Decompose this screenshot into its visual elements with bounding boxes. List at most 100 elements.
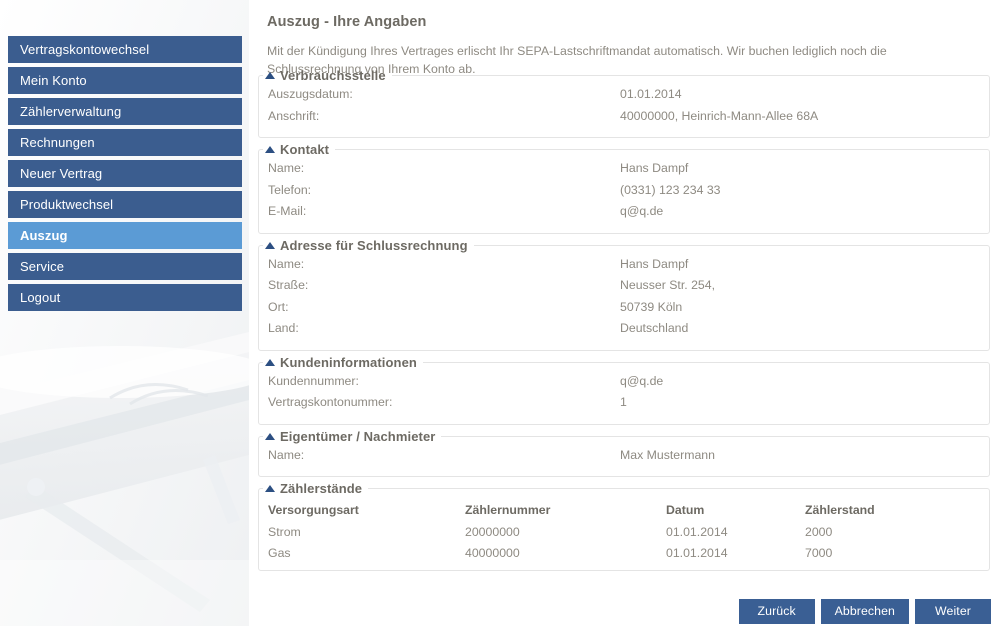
section-legend-kundeninformationen: Kundeninformationen xyxy=(263,355,423,370)
section-zaehlerstaende: Zählerstände Versorgungsart Zählernummer… xyxy=(258,481,990,571)
detail-label: Anschrift: xyxy=(268,108,320,123)
cell-datum: 01.01.2014 xyxy=(666,524,728,539)
sidebar-item-label: Mein Konto xyxy=(20,73,87,88)
section-legend-label: Eigentümer / Nachmieter xyxy=(280,428,436,444)
sidebar-item-vertragskontowechsel[interactable]: Vertragskontowechsel xyxy=(8,36,242,63)
column-header-zaehlernummer: Zählernummer xyxy=(465,502,551,517)
detail-value: Deutschland xyxy=(620,321,689,335)
detail-label: Land: xyxy=(268,321,299,335)
section-legend-verbrauchsstelle: Verbrauchsstelle xyxy=(263,68,392,83)
detail-value: 50739 Köln xyxy=(620,299,683,314)
sidebar-item-service[interactable]: Service xyxy=(8,253,242,280)
section-legend-label: Verbrauchsstelle xyxy=(280,68,386,83)
section-legend-label: Kundeninformationen xyxy=(280,354,417,370)
sidebar-item-label: Produktwechsel xyxy=(20,197,114,212)
detail-value: q@q.de xyxy=(620,204,664,218)
detail-label: Name: xyxy=(268,256,305,271)
section-legend-zaehlerstaende: Zählerstände xyxy=(263,481,368,496)
column-header-zaehlerstand: Zählerstand xyxy=(805,502,875,517)
detail-row: E-Mail: q@q.de xyxy=(259,204,989,226)
section-legend-eigentuemer: Eigentümer / Nachmieter xyxy=(263,429,441,444)
sidebar-item-label: Zählerverwaltung xyxy=(20,104,122,119)
detail-label: E-Mail: xyxy=(268,204,307,218)
section-kontakt: Kontakt Name: Hans Dampf Telefon: (0331)… xyxy=(258,142,990,234)
sidebar-item-label: Auszug xyxy=(20,228,68,243)
sidebar-navigation: Vertragskontowechsel Mein Konto Zählerve… xyxy=(8,36,242,315)
section-legend-adresse: Adresse für Schlussrechnung xyxy=(263,238,474,253)
detail-label: Name: xyxy=(268,161,305,175)
column-header-datum: Datum xyxy=(666,502,705,517)
sidebar-item-neuer-vertrag[interactable]: Neuer Vertrag xyxy=(8,160,242,187)
detail-row: Land: Deutschland xyxy=(259,321,989,343)
detail-row: Telefon: (0331) 123 234 33 xyxy=(259,183,989,205)
detail-value: Max Mustermann xyxy=(620,447,715,462)
detail-value: q@q.de xyxy=(620,373,664,388)
detail-value: (0331) 123 234 33 xyxy=(620,182,721,197)
section-legend-kontakt: Kontakt xyxy=(263,142,335,157)
detail-row: Vertragskontonummer: 1 xyxy=(259,395,989,417)
sidebar-item-logout[interactable]: Logout xyxy=(8,284,242,311)
sidebar-item-label: Service xyxy=(20,259,65,274)
section-eigentuemer-nachmieter: Eigentümer / Nachmieter Name: Max Muster… xyxy=(258,428,990,477)
section-kundeninformationen: Kundeninformationen Kundennummer: q@q.de… xyxy=(258,354,990,425)
sidebar-item-label: Rechnungen xyxy=(20,135,95,150)
detail-label: Kundennummer: xyxy=(268,373,359,388)
cancel-button[interactable]: Abbrechen xyxy=(820,599,909,624)
form-action-bar: Zurück Abbrechen Weiter xyxy=(738,599,991,624)
collapse-triangle-icon[interactable] xyxy=(265,432,275,440)
detail-row: Anschrift: 40000000, Heinrich-Mann-Allee… xyxy=(259,109,989,131)
detail-label: Straße: xyxy=(268,278,309,292)
section-legend-label: Kontakt xyxy=(280,142,330,157)
section-legend-label: Adresse für Schlussrechnung xyxy=(280,237,468,253)
detail-row: Kundennummer: q@q.de xyxy=(259,374,989,396)
cell-zaehlernummer: 20000000 xyxy=(465,524,520,539)
main-content: Auszug - Ihre Angaben Mit der Kündigung … xyxy=(249,0,995,626)
sidebar-item-auszug[interactable]: Auszug xyxy=(8,222,242,249)
sidebar-item-label: Logout xyxy=(20,290,61,305)
sidebar-item-zaehlerverwaltung[interactable]: Zählerverwaltung xyxy=(8,98,242,125)
table-row: Gas 40000000 01.01.2014 7000 xyxy=(259,542,989,563)
collapse-triangle-icon[interactable] xyxy=(265,241,275,249)
cell-zaehlernummer: 40000000 xyxy=(465,545,520,560)
collapse-triangle-icon[interactable] xyxy=(265,358,275,366)
detail-row: Ort: 50739 Köln xyxy=(259,300,989,322)
detail-label: Auszugsdatum: xyxy=(268,87,353,101)
column-header-versorgungsart: Versorgungsart xyxy=(268,502,359,517)
cell-datum: 01.01.2014 xyxy=(666,545,728,560)
application-window: Vertragskontowechsel Mein Konto Zählerve… xyxy=(0,0,995,626)
detail-label: Telefon: xyxy=(268,182,312,197)
cell-zaehlerstand: 2000 xyxy=(805,524,833,539)
meter-readings-table: Versorgungsart Zählernummer Datum Zähler… xyxy=(259,500,989,563)
detail-value: 40000000, Heinrich-Mann-Allee 68A xyxy=(620,108,819,123)
detail-value: Hans Dampf xyxy=(620,256,689,271)
detail-value: Hans Dampf xyxy=(620,161,689,175)
detail-value: 01.01.2014 xyxy=(620,87,682,101)
sidebar-item-rechnungen[interactable]: Rechnungen xyxy=(8,129,242,156)
section-list: Verbrauchsstelle Auszugsdatum: 01.01.201… xyxy=(258,68,990,575)
collapse-triangle-icon[interactable] xyxy=(265,72,275,79)
detail-value: Neusser Str. 254, xyxy=(620,278,716,292)
detail-row: Auszugsdatum: 01.01.2014 xyxy=(259,87,989,109)
detail-row: Name: Hans Dampf xyxy=(259,257,989,279)
section-verbrauchsstelle: Verbrauchsstelle Auszugsdatum: 01.01.201… xyxy=(258,68,990,138)
collapse-triangle-icon[interactable] xyxy=(265,146,275,153)
detail-label: Name: xyxy=(268,447,305,462)
sidebar-item-produktwechsel[interactable]: Produktwechsel xyxy=(8,191,242,218)
detail-label: Vertragskontonummer: xyxy=(268,395,393,409)
cell-zaehlerstand: 7000 xyxy=(805,545,833,560)
back-button[interactable]: Zurück xyxy=(738,599,815,624)
table-header-row: Versorgungsart Zählernummer Datum Zähler… xyxy=(259,500,989,521)
cell-versorgungsart: Strom xyxy=(268,524,301,539)
sidebar-item-mein-konto[interactable]: Mein Konto xyxy=(8,67,242,94)
table-row: Strom 20000000 01.01.2014 2000 xyxy=(259,521,989,542)
detail-value: 1 xyxy=(620,395,627,409)
sidebar-item-label: Neuer Vertrag xyxy=(20,166,103,181)
detail-row: Straße: Neusser Str. 254, xyxy=(259,278,989,300)
page-title: Auszug - Ihre Angaben xyxy=(267,13,427,30)
next-button[interactable]: Weiter xyxy=(915,599,991,624)
cell-versorgungsart: Gas xyxy=(268,545,291,560)
detail-row: Name: Hans Dampf xyxy=(259,161,989,183)
collapse-triangle-icon[interactable] xyxy=(265,485,275,492)
section-adresse-fuer-schlussrechnung: Adresse für Schlussrechnung Name: Hans D… xyxy=(258,237,990,351)
section-legend-label: Zählerstände xyxy=(280,481,363,496)
